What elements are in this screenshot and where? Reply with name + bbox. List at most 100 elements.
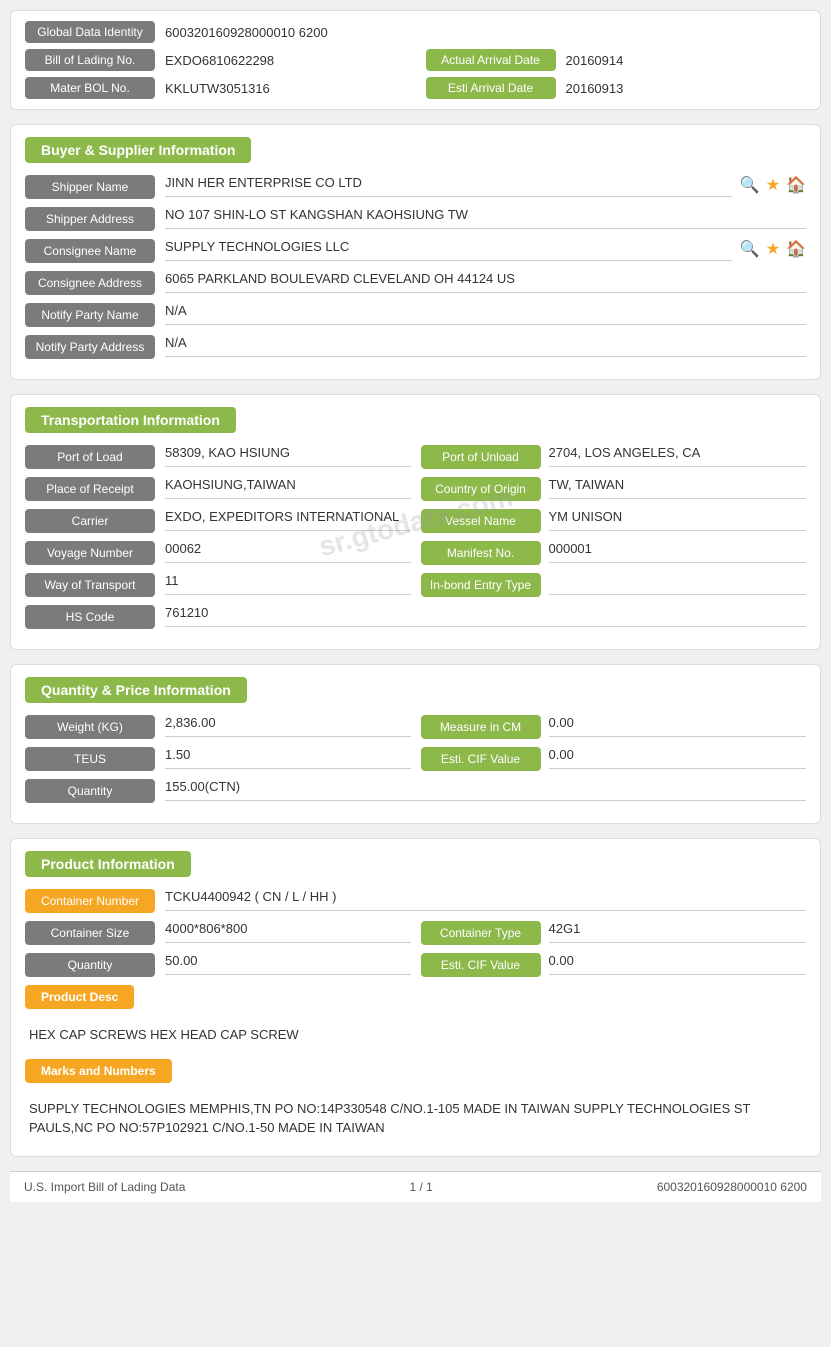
- actual-arrival-date-label: Actual Arrival Date: [426, 49, 556, 71]
- footer-left: U.S. Import Bill of Lading Data: [24, 1180, 185, 1194]
- consignee-address-label: Consignee Address: [25, 271, 155, 295]
- notify-party-address-row: Notify Party Address N/A: [25, 335, 806, 359]
- product-quantity-value: 50.00: [165, 953, 411, 975]
- container-type-label: Container Type: [421, 921, 541, 945]
- product-desc-label: Product Desc: [25, 985, 134, 1009]
- place-of-receipt-value: KAOHSIUNG,TAIWAN: [165, 477, 411, 499]
- manifest-no-col: Manifest No. 000001: [421, 541, 807, 565]
- esti-cif-value-label: Esti. CIF Value: [421, 747, 541, 771]
- star-icon[interactable]: ★: [766, 239, 780, 259]
- shipper-address-label: Shipper Address: [25, 207, 155, 231]
- port-of-load-value: 58309, KAO HSIUNG: [165, 445, 411, 467]
- esti-cif-value-value: 0.00: [549, 747, 807, 769]
- transport-inbond-row: Way of Transport 11 In-bond Entry Type: [25, 573, 806, 597]
- shipper-address-row: Shipper Address NO 107 SHIN-LO ST KANGSH…: [25, 207, 806, 231]
- port-row: Port of Load 58309, KAO HSIUNG Port of U…: [25, 445, 806, 469]
- in-bond-entry-value: [549, 573, 807, 595]
- voyage-number-col: Voyage Number 00062: [25, 541, 411, 565]
- quantity-value: 155.00(CTN): [165, 779, 806, 801]
- footer-right: 600320160928000010 6200: [657, 1180, 807, 1194]
- product-desc-label-row: Product Desc: [25, 985, 806, 1015]
- product-desc-text: HEX CAP SCREWS HEX HEAD CAP SCREW: [25, 1019, 806, 1051]
- way-of-transport-value: 11: [165, 573, 411, 595]
- receipt-origin-row: Place of Receipt KAOHSIUNG,TAIWAN Countr…: [25, 477, 806, 501]
- global-data-identity-label: Global Data Identity: [25, 21, 155, 43]
- carrier-label: Carrier: [25, 509, 155, 533]
- country-of-origin-label: Country of Origin: [421, 477, 541, 501]
- country-of-origin-value: TW, TAIWAN: [549, 477, 807, 499]
- product-title: Product Information: [25, 851, 191, 877]
- place-of-receipt-col: Place of Receipt KAOHSIUNG,TAIWAN: [25, 477, 411, 501]
- product-esti-cif-label: Esti. CIF Value: [421, 953, 541, 977]
- way-of-transport-label: Way of Transport: [25, 573, 155, 597]
- container-number-value: TCKU4400942 ( CN / L / HH ): [165, 889, 806, 911]
- product-esti-cif-col: Esti. CIF Value 0.00: [421, 953, 807, 977]
- consignee-name-row: Consignee Name SUPPLY TECHNOLOGIES LLC 🔍…: [25, 239, 806, 263]
- search-icon[interactable]: 🔍: [740, 175, 760, 195]
- port-of-unload-col: Port of Unload 2704, LOS ANGELES, CA: [421, 445, 807, 469]
- notify-party-name-row: Notify Party Name N/A: [25, 303, 806, 327]
- hs-code-value: 761210: [165, 605, 806, 627]
- mater-bol-row: Mater BOL No. KKLUTW3051316 Esti Arrival…: [25, 77, 806, 99]
- vessel-name-label: Vessel Name: [421, 509, 541, 533]
- way-of-transport-col: Way of Transport 11: [25, 573, 411, 597]
- vessel-name-value: YM UNISON: [549, 509, 807, 531]
- in-bond-entry-col: In-bond Entry Type: [421, 573, 807, 597]
- bill-of-lading-value: EXDO6810622298: [165, 53, 406, 68]
- port-of-unload-value: 2704, LOS ANGELES, CA: [549, 445, 807, 467]
- shipper-name-value: JINN HER ENTERPRISE CO LTD: [165, 175, 732, 197]
- buyer-supplier-header: Buyer & Supplier Information: [25, 137, 806, 175]
- identity-card: Global Data Identity 600320160928000010 …: [10, 10, 821, 110]
- home-icon[interactable]: 🏠: [786, 239, 806, 259]
- teus-col: TEUS 1.50: [25, 747, 411, 771]
- manifest-no-label: Manifest No.: [421, 541, 541, 565]
- measure-in-cm-value: 0.00: [549, 715, 807, 737]
- buyer-supplier-card: Buyer & Supplier Information Shipper Nam…: [10, 124, 821, 380]
- voyage-number-value: 00062: [165, 541, 411, 563]
- bill-of-lading-label: Bill of Lading No.: [25, 49, 155, 71]
- esti-arrival-date-label: Esti Arrival Date: [426, 77, 556, 99]
- consignee-name-label: Consignee Name: [25, 239, 155, 263]
- shipper-name-label: Shipper Name: [25, 175, 155, 199]
- notify-party-name-label: Notify Party Name: [25, 303, 155, 327]
- place-of-receipt-label: Place of Receipt: [25, 477, 155, 501]
- container-size-value: 4000*806*800: [165, 921, 411, 943]
- teus-label: TEUS: [25, 747, 155, 771]
- quantity-price-card: Quantity & Price Information Weight (KG)…: [10, 664, 821, 824]
- global-data-identity-value: 600320160928000010 6200: [165, 25, 806, 40]
- voyage-number-label: Voyage Number: [25, 541, 155, 565]
- quantity-price-header: Quantity & Price Information: [25, 677, 806, 715]
- product-quantity-col: Quantity 50.00: [25, 953, 411, 977]
- buyer-supplier-title: Buyer & Supplier Information: [25, 137, 251, 163]
- search-icon[interactable]: 🔍: [740, 239, 760, 259]
- manifest-no-value: 000001: [549, 541, 807, 563]
- hs-code-row: HS Code 761210: [25, 605, 806, 629]
- shipper-address-value: NO 107 SHIN-LO ST KANGSHAN KAOHSIUNG TW: [165, 207, 806, 229]
- marks-and-numbers-text: SUPPLY TECHNOLOGIES MEMPHIS,TN PO NO:14P…: [25, 1093, 806, 1144]
- container-number-row: Container Number TCKU4400942 ( CN / L / …: [25, 889, 806, 913]
- teus-value: 1.50: [165, 747, 411, 769]
- page: Global Data Identity 600320160928000010 …: [0, 0, 831, 1212]
- product-quantity-cif-row: Quantity 50.00 Esti. CIF Value 0.00: [25, 953, 806, 977]
- marks-and-numbers-label: Marks and Numbers: [25, 1059, 172, 1083]
- port-of-unload-label: Port of Unload: [421, 445, 541, 469]
- star-icon[interactable]: ★: [766, 175, 780, 195]
- consignee-address-row: Consignee Address 6065 PARKLAND BOULEVAR…: [25, 271, 806, 295]
- container-type-col: Container Type 42G1: [421, 921, 807, 945]
- container-size-label: Container Size: [25, 921, 155, 945]
- measure-col: Measure in CM 0.00: [421, 715, 807, 739]
- product-quantity-label: Quantity: [25, 953, 155, 977]
- consignee-name-value: SUPPLY TECHNOLOGIES LLC: [165, 239, 732, 261]
- weight-col: Weight (KG) 2,836.00: [25, 715, 411, 739]
- esti-cif-col: Esti. CIF Value 0.00: [421, 747, 807, 771]
- hs-code-label: HS Code: [25, 605, 155, 629]
- container-type-value: 42G1: [549, 921, 807, 943]
- measure-in-cm-label: Measure in CM: [421, 715, 541, 739]
- shipper-name-row: Shipper Name JINN HER ENTERPRISE CO LTD …: [25, 175, 806, 199]
- notify-party-address-value: N/A: [165, 335, 806, 357]
- home-icon[interactable]: 🏠: [786, 175, 806, 195]
- marks-and-numbers-label-row: Marks and Numbers: [25, 1059, 806, 1089]
- port-of-load-col: Port of Load 58309, KAO HSIUNG: [25, 445, 411, 469]
- weight-kg-value: 2,836.00: [165, 715, 411, 737]
- container-number-label: Container Number: [25, 889, 155, 913]
